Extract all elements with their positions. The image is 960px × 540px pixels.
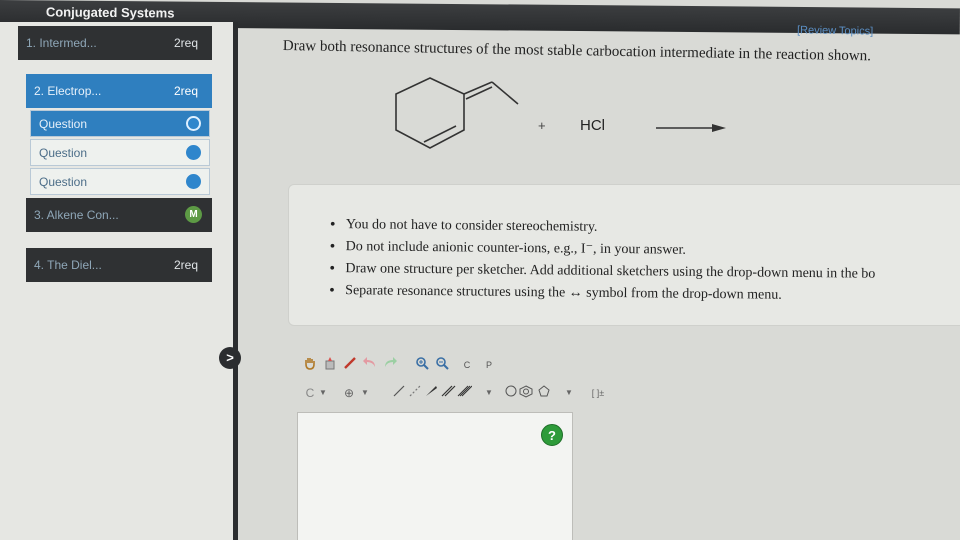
eraser-icon[interactable] bbox=[322, 356, 338, 374]
section-label: 3. Alkene Con... bbox=[34, 208, 119, 222]
bond-tools[interactable] bbox=[392, 384, 473, 402]
sidebar-question-3[interactable]: Question bbox=[30, 168, 210, 195]
question-prompt: Draw both resonance structures of the mo… bbox=[282, 38, 872, 65]
chevron-down-icon[interactable]: ▼ bbox=[360, 384, 370, 402]
question-label: Question bbox=[39, 117, 88, 131]
sidebar-divider bbox=[233, 22, 238, 540]
instructions-list: You do not have to consider stereochemis… bbox=[329, 214, 960, 309]
review-topics-link[interactable]: [Review Topics] bbox=[797, 24, 873, 37]
ring-bond bbox=[395, 77, 465, 149]
question-status-icon bbox=[186, 174, 201, 189]
ring-tools[interactable] bbox=[504, 384, 564, 402]
chevron-down-icon[interactable]: ▼ bbox=[484, 384, 494, 402]
chevron-down-icon[interactable]: ▼ bbox=[318, 384, 328, 402]
section-label: 4. The Diel... bbox=[34, 258, 102, 272]
section-label: 1. Intermed... bbox=[26, 36, 97, 50]
reactant-structure bbox=[395, 77, 519, 149]
sidebar-question-2[interactable]: Question bbox=[30, 139, 210, 166]
element-c-button[interactable]: C bbox=[304, 384, 316, 402]
sidebar-section-1[interactable]: 1. Intermed... 2req bbox=[18, 26, 212, 60]
zoom-out-icon[interactable] bbox=[434, 356, 450, 374]
question-label: Question bbox=[39, 175, 88, 189]
bracket-button[interactable]: [ ]± bbox=[586, 384, 610, 402]
question-status-icon bbox=[186, 116, 201, 131]
mastery-badge-icon: M bbox=[185, 206, 202, 223]
undo-icon[interactable] bbox=[362, 356, 378, 374]
exocyclic-double-bond bbox=[465, 86, 493, 100]
methyl-bond bbox=[491, 81, 519, 105]
paste-button[interactable]: P bbox=[482, 356, 496, 374]
sidebar-section-3[interactable]: 3. Alkene Con... M bbox=[26, 198, 212, 232]
section-req: 2req bbox=[173, 84, 198, 98]
add-charge-button[interactable]: ⊕ bbox=[342, 384, 356, 402]
chevron-down-icon[interactable]: ▼ bbox=[564, 384, 574, 402]
plus-sign: + bbox=[538, 118, 546, 133]
question-status-icon bbox=[186, 145, 201, 160]
question-label: Question bbox=[39, 146, 88, 160]
sidebar-question-1[interactable]: Question bbox=[30, 110, 210, 137]
redo-icon[interactable] bbox=[382, 356, 398, 374]
sidebar-section-2[interactable]: 2. Electrop... 2req bbox=[26, 74, 212, 108]
pan-hand-icon[interactable] bbox=[302, 356, 318, 374]
section-label: 2. Electrop... bbox=[34, 84, 102, 98]
section-req: 2req bbox=[173, 258, 198, 272]
sidebar-section-4[interactable]: 4. The Diel... 2req bbox=[26, 248, 212, 282]
ring-double-bond bbox=[423, 125, 457, 143]
exocyclic-bond bbox=[463, 81, 493, 95]
pencil-icon[interactable] bbox=[342, 356, 358, 374]
expand-sidebar-button[interactable]: > bbox=[219, 347, 241, 369]
section-req: 2req bbox=[173, 36, 198, 50]
reaction-arrow-icon bbox=[656, 124, 726, 132]
copy-button[interactable]: C bbox=[460, 356, 474, 374]
help-button[interactable]: ? bbox=[541, 424, 563, 446]
sketcher-canvas[interactable] bbox=[297, 412, 573, 540]
reagent-label: HCl bbox=[580, 117, 605, 134]
assignment-title: Conjugated Systems bbox=[45, 4, 175, 21]
zoom-in-icon[interactable] bbox=[414, 356, 430, 374]
